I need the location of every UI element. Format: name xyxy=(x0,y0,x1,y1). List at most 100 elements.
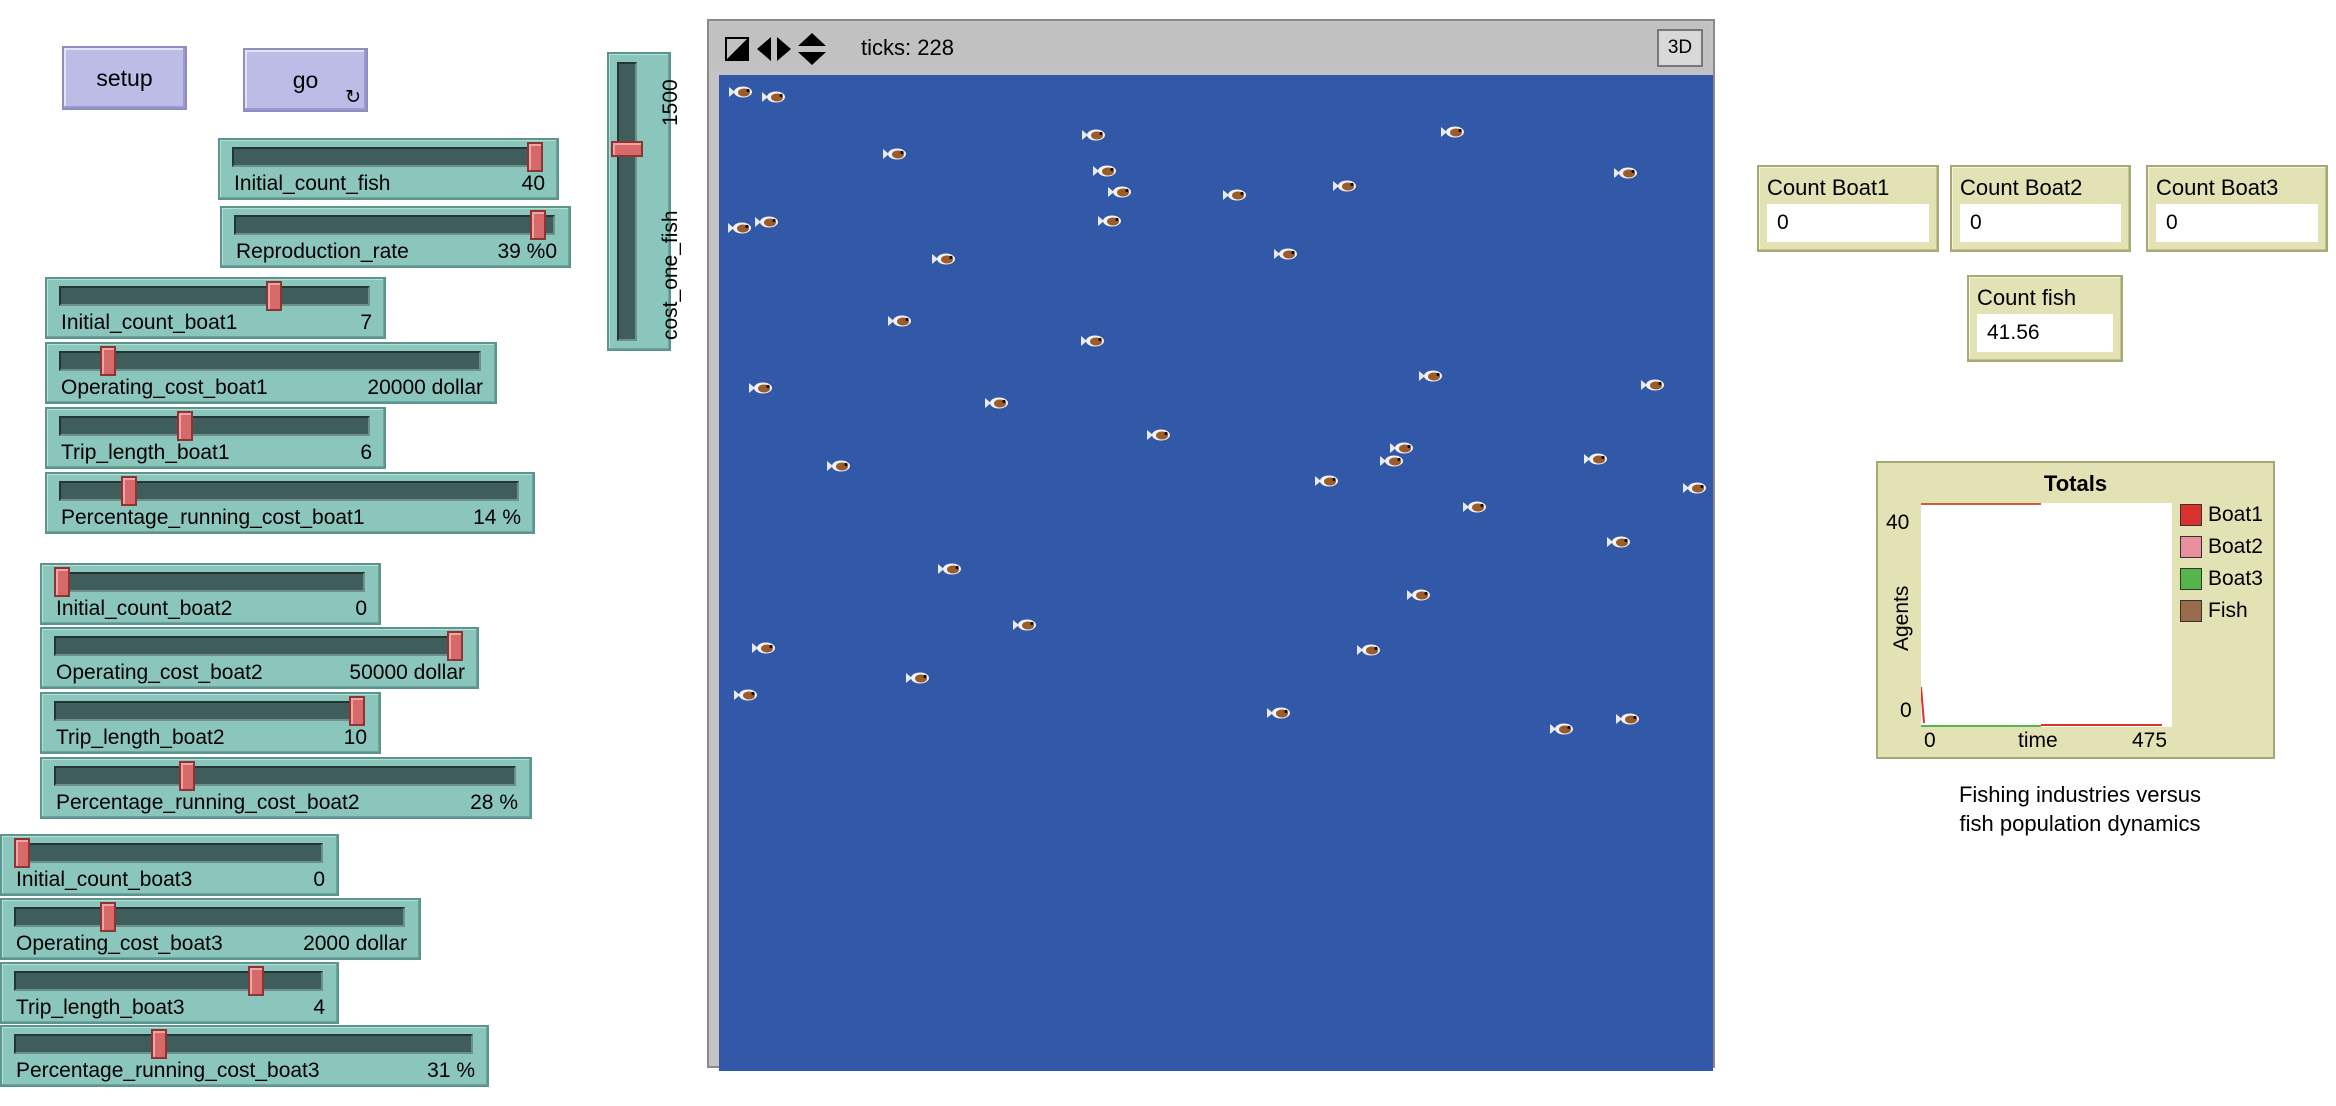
fish-icon xyxy=(937,562,962,576)
y-min-label: 0 xyxy=(1900,699,1912,722)
cost-one-fish-thumb[interactable] xyxy=(611,140,643,157)
slider-thumb[interactable] xyxy=(529,210,546,240)
fish-icon xyxy=(1092,164,1117,178)
go-button-label: go xyxy=(292,66,319,93)
fish-icon xyxy=(1683,481,1707,495)
fish-icon xyxy=(1147,428,1171,442)
monitor-label: Count fish xyxy=(1977,285,2077,310)
monitor-value: 41.56 xyxy=(1977,314,2113,352)
legend-boat2: Boat2 xyxy=(2180,535,2263,559)
slider-track[interactable] xyxy=(54,766,516,786)
fish-icon xyxy=(827,459,851,473)
slider-track[interactable] xyxy=(14,843,323,863)
fish-icon xyxy=(1606,535,1631,549)
note-line-1: Fishing industries versus xyxy=(1958,782,2202,807)
fish-icon xyxy=(1333,179,1357,193)
slider-thumb[interactable] xyxy=(14,838,30,868)
percentage-running-cost-boat2-slider[interactable]: Percentage_running_cost_boat2 28 % xyxy=(40,757,532,819)
legend-boat1: Boat1 xyxy=(2180,503,2263,527)
initial-count-fish-slider[interactable]: Initial_count_fish 40 xyxy=(218,138,559,200)
slider-label: Initial_count_boat2 xyxy=(56,597,233,620)
fish-icon xyxy=(1266,706,1291,720)
pin-view-icon[interactable] xyxy=(725,37,749,61)
slider-value: 2000 dollar xyxy=(303,932,407,955)
slider-thumb[interactable] xyxy=(265,281,282,311)
fish-icon xyxy=(1107,185,1132,199)
slider-thumb[interactable] xyxy=(99,346,116,376)
go-button[interactable]: go ↻ xyxy=(243,48,368,112)
x-max-label: 475 xyxy=(2132,729,2168,752)
fish-icon xyxy=(1418,369,1443,383)
slider-thumb[interactable] xyxy=(248,966,265,996)
note-line-2: fish population dynamics xyxy=(1959,811,2201,836)
reproduction-rate-slider[interactable]: Reproduction_rate 39 %0 xyxy=(220,206,571,268)
fish-icon xyxy=(1389,441,1414,455)
slider-track[interactable] xyxy=(59,286,370,306)
operating-cost-boat3-slider[interactable]: Operating_cost_boat3 2000 dollar xyxy=(0,898,421,960)
trip-length-boat1-slider[interactable]: Trip_length_boat1 6 xyxy=(45,407,386,469)
legend-swatch xyxy=(2180,568,2202,590)
fish-icon xyxy=(1641,378,1665,392)
slider-track[interactable] xyxy=(59,416,370,436)
fish-icon xyxy=(931,252,956,266)
operating-cost-boat1-slider[interactable]: Operating_cost_boat1 20000 dollar xyxy=(45,342,497,404)
slider-thumb[interactable] xyxy=(121,476,138,506)
slider-thumb[interactable] xyxy=(527,142,543,172)
fish-icon xyxy=(754,215,779,229)
slider-track[interactable] xyxy=(59,351,481,371)
y-max-label: 40 xyxy=(1886,511,1910,534)
x-axis-label: time xyxy=(2018,729,2058,752)
up-down-arrows-icon[interactable] xyxy=(797,33,827,65)
fish-icon xyxy=(1440,125,1465,139)
slider-track[interactable] xyxy=(14,907,405,927)
cost-one-fish-slider[interactable]: cost_one_fish 1500 xyxy=(607,52,682,351)
fish-icon xyxy=(1357,643,1381,657)
slider-label: Operating_cost_boat1 xyxy=(61,376,268,399)
fish-icon xyxy=(985,396,1009,410)
monitor-value: 0 xyxy=(1960,204,2121,242)
slider-value: 0 xyxy=(355,597,367,620)
setup-button[interactable]: setup xyxy=(62,46,187,110)
percentage-running-cost-boat3-slider[interactable]: Percentage_running_cost_boat3 31 % xyxy=(0,1025,489,1087)
initial-count-boat3-slider[interactable]: Initial_count_boat3 0 xyxy=(0,834,339,896)
fish-icon xyxy=(1013,618,1037,632)
totals-plot: Totals 40 0 Agents 0 time 475 Boat1 Boat… xyxy=(1876,461,2275,759)
slider-track[interactable] xyxy=(232,147,543,167)
slider-track[interactable] xyxy=(54,636,463,656)
model-note: Fishing industries versus fish populatio… xyxy=(1890,780,2270,838)
ocean-world[interactable] xyxy=(719,75,1713,1071)
slider-thumb[interactable] xyxy=(349,696,365,726)
fish-icon xyxy=(1615,712,1640,726)
left-right-arrows-icon[interactable] xyxy=(757,35,791,63)
initial-count-boat1-slider[interactable]: Initial_count_boat1 7 xyxy=(45,277,386,339)
slider-value: 20000 dollar xyxy=(367,376,483,399)
forever-icon: ↻ xyxy=(345,87,361,108)
fish-icon xyxy=(1081,128,1106,142)
initial-count-boat2-slider[interactable]: Initial_count_boat2 0 xyxy=(40,563,381,625)
monitor-value: 0 xyxy=(2156,204,2318,242)
slider-value: 7 xyxy=(360,311,372,334)
slider-value: 0 xyxy=(313,868,325,891)
slider-track[interactable] xyxy=(14,971,323,991)
percentage-running-cost-boat1-slider[interactable]: Percentage_running_cost_boat1 14 % xyxy=(45,472,535,534)
slider-thumb[interactable] xyxy=(151,1029,168,1059)
slider-track[interactable] xyxy=(14,1034,473,1054)
setup-button-label: setup xyxy=(96,64,153,91)
trip-length-boat3-slider[interactable]: Trip_length_boat3 4 xyxy=(0,962,339,1024)
slider-thumb[interactable] xyxy=(178,761,195,791)
trip-length-boat2-slider[interactable]: Trip_length_boat2 10 xyxy=(40,692,381,754)
slider-thumb[interactable] xyxy=(100,902,117,932)
slider-track[interactable] xyxy=(54,701,365,721)
x-min-label: 0 xyxy=(1924,729,1936,752)
slider-track[interactable] xyxy=(234,215,555,235)
slider-thumb[interactable] xyxy=(447,631,463,661)
slider-thumb[interactable] xyxy=(177,411,193,441)
slider-thumb[interactable] xyxy=(54,567,70,597)
operating-cost-boat2-slider[interactable]: Operating_cost_boat2 50000 dollar xyxy=(40,627,479,689)
monitor-count-boat1: Count Boat1 0 xyxy=(1757,165,1939,252)
fish-icon xyxy=(883,147,907,161)
fish-icon xyxy=(905,671,930,685)
slider-track[interactable] xyxy=(54,572,365,592)
3d-view-button[interactable]: 3D xyxy=(1657,29,1703,67)
cost-one-fish-track[interactable] xyxy=(617,62,637,341)
